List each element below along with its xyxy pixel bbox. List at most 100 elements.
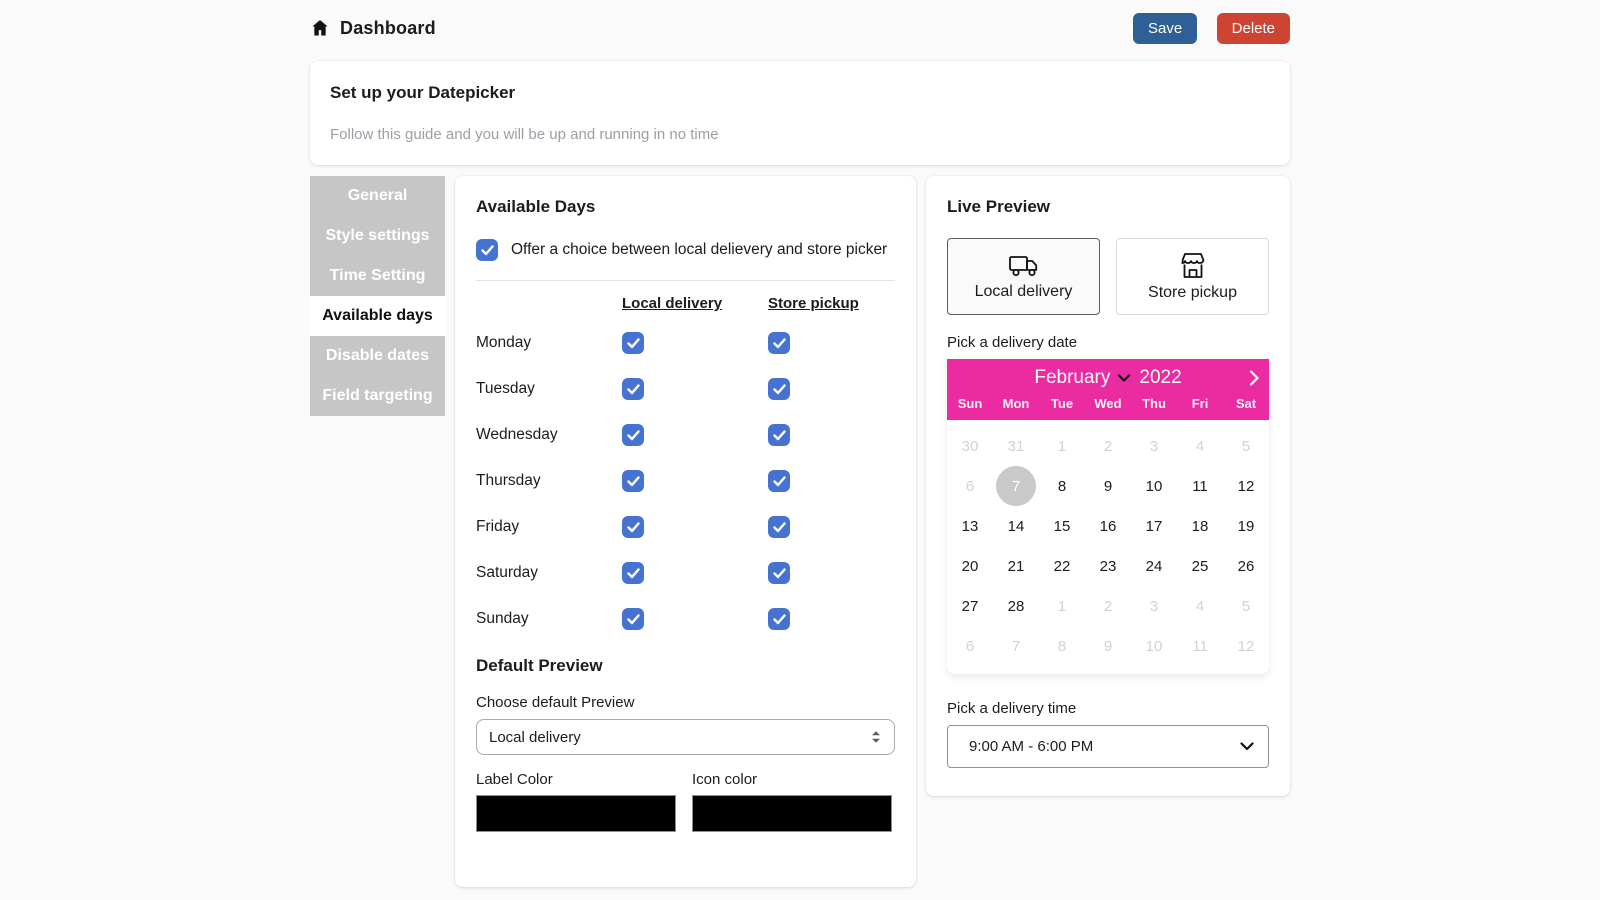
truck-icon: [1006, 252, 1042, 279]
calendar-month: February: [1034, 367, 1110, 389]
calendar-day-23[interactable]: 23: [1085, 546, 1131, 586]
local-delivery-option[interactable]: Local delivery: [947, 238, 1100, 315]
friday-store-pickup-checkbox[interactable]: [768, 516, 790, 538]
calendar-day-20[interactable]: 20: [947, 546, 993, 586]
calendar-day-5-muted: 5: [1223, 586, 1269, 626]
saturday-store-pickup-checkbox[interactable]: [768, 562, 790, 584]
delivery-time-label: Pick a delivery time: [947, 700, 1269, 717]
saturday-local-delivery-checkbox[interactable]: [622, 562, 644, 584]
calendar-day-13[interactable]: 13: [947, 506, 993, 546]
cell: [622, 504, 768, 550]
calendar-day-22[interactable]: 22: [1039, 546, 1085, 586]
day-name-sun: Sun: [947, 396, 993, 411]
calendar-day-9-muted: 9: [1085, 626, 1131, 666]
calendar-day-26[interactable]: 26: [1223, 546, 1269, 586]
monday-store-pickup-checkbox[interactable]: [768, 332, 790, 354]
calendar-day-6-muted: 6: [947, 466, 993, 506]
tuesday-local-delivery-checkbox[interactable]: [622, 378, 644, 400]
day-name-wed: Wed: [1085, 396, 1131, 411]
delivery-time-select[interactable]: 9:00 AM - 6:00 PM: [947, 725, 1269, 768]
calendar-day-14[interactable]: 14: [993, 506, 1039, 546]
selected-day: 7: [996, 466, 1036, 506]
calendar-day-18[interactable]: 18: [1177, 506, 1223, 546]
label-color-swatch[interactable]: [476, 795, 676, 832]
choose-default-label: Choose default Preview: [476, 694, 895, 711]
day-label-monday: Monday: [476, 320, 622, 366]
calendar-day-24[interactable]: 24: [1131, 546, 1177, 586]
calendar-day-2-muted: 2: [1085, 426, 1131, 466]
cell: [622, 366, 768, 412]
next-month-button[interactable]: [1249, 370, 1259, 386]
calendar-day-8[interactable]: 8: [1039, 466, 1085, 506]
check-icon: [773, 522, 786, 533]
calendar-day-17[interactable]: 17: [1131, 506, 1177, 546]
available-days-title: Available Days: [476, 197, 895, 217]
cell: [622, 550, 768, 596]
cell: [622, 412, 768, 458]
thursday-local-delivery-checkbox[interactable]: [622, 470, 644, 492]
default-preview-selected-value: Local delivery: [489, 729, 581, 746]
check-icon: [627, 476, 640, 487]
datepicker-calendar: February 2022 SunMonTueWedThuFriSat 3031…: [947, 359, 1269, 674]
store-pickup-option[interactable]: Store pickup: [1116, 238, 1269, 315]
check-icon: [627, 614, 640, 625]
calendar-day-9[interactable]: 9: [1085, 466, 1131, 506]
check-icon: [627, 522, 640, 533]
sunday-local-delivery-checkbox[interactable]: [622, 608, 644, 630]
calendar-day-3-muted: 3: [1131, 586, 1177, 626]
calendar-day-31-muted: 31: [993, 426, 1039, 466]
setup-intro-card: Set up your Datepicker Follow this guide…: [310, 61, 1290, 165]
day-label-wednesday: Wednesday: [476, 412, 622, 458]
thursday-store-pickup-checkbox[interactable]: [768, 470, 790, 492]
wednesday-store-pickup-checkbox[interactable]: [768, 424, 790, 446]
default-preview-select[interactable]: Local delivery: [476, 719, 895, 755]
delete-button[interactable]: Delete: [1217, 13, 1290, 44]
calendar-day-16[interactable]: 16: [1085, 506, 1131, 546]
cell: [768, 458, 895, 504]
check-icon: [627, 384, 640, 395]
wednesday-local-delivery-checkbox[interactable]: [622, 424, 644, 446]
calendar-day-28[interactable]: 28: [993, 586, 1039, 626]
available-days-card: Available Days Offer a choice between lo…: [455, 176, 916, 887]
sunday-store-pickup-checkbox[interactable]: [768, 608, 790, 630]
calendar-day-names: SunMonTueWedThuFriSat: [947, 396, 1269, 420]
day-name-tue: Tue: [1039, 396, 1085, 411]
tab-disable-dates[interactable]: Disable dates: [310, 336, 445, 376]
store-icon: [1176, 251, 1210, 280]
calendar-day-4-muted: 4: [1177, 586, 1223, 626]
home-icon: [310, 18, 330, 38]
tab-available-days[interactable]: Available days: [310, 296, 445, 336]
tab-style-settings[interactable]: Style settings: [310, 216, 445, 256]
calendar-day-11[interactable]: 11: [1177, 466, 1223, 506]
tab-general[interactable]: General: [310, 176, 445, 216]
store-pickup-option-label: Store pickup: [1148, 284, 1237, 302]
live-preview-card: Live Preview Local delivery: [926, 176, 1290, 796]
calendar-day-21[interactable]: 21: [993, 546, 1039, 586]
tuesday-store-pickup-checkbox[interactable]: [768, 378, 790, 400]
monday-local-delivery-checkbox[interactable]: [622, 332, 644, 354]
month-select[interactable]: February: [1034, 367, 1130, 389]
offer-choice-checkbox[interactable]: [476, 239, 498, 261]
tab-field-targeting[interactable]: Field targeting: [310, 376, 445, 416]
divider: [476, 280, 895, 281]
calendar-day-3-muted: 3: [1131, 426, 1177, 466]
save-button[interactable]: Save: [1133, 13, 1197, 44]
icon-color-swatch[interactable]: [692, 795, 892, 832]
calendar-day-10[interactable]: 10: [1131, 466, 1177, 506]
chevron-right-icon: [1249, 370, 1259, 386]
calendar-day-8-muted: 8: [1039, 626, 1085, 666]
calendar-day-7[interactable]: 7: [993, 466, 1039, 506]
cell: [768, 320, 895, 366]
calendar-day-27[interactable]: 27: [947, 586, 993, 626]
calendar-day-19[interactable]: 19: [1223, 506, 1269, 546]
tab-time-setting[interactable]: Time Setting: [310, 256, 445, 296]
friday-local-delivery-checkbox[interactable]: [622, 516, 644, 538]
default-preview-title: Default Preview: [476, 656, 895, 676]
day-name-mon: Mon: [993, 396, 1039, 411]
calendar-day-25[interactable]: 25: [1177, 546, 1223, 586]
month-caret-icon: [1118, 374, 1130, 382]
calendar-day-12[interactable]: 12: [1223, 466, 1269, 506]
icon-color-label: Icon color: [692, 771, 892, 788]
calendar-day-1-muted: 1: [1039, 426, 1085, 466]
calendar-day-15[interactable]: 15: [1039, 506, 1085, 546]
